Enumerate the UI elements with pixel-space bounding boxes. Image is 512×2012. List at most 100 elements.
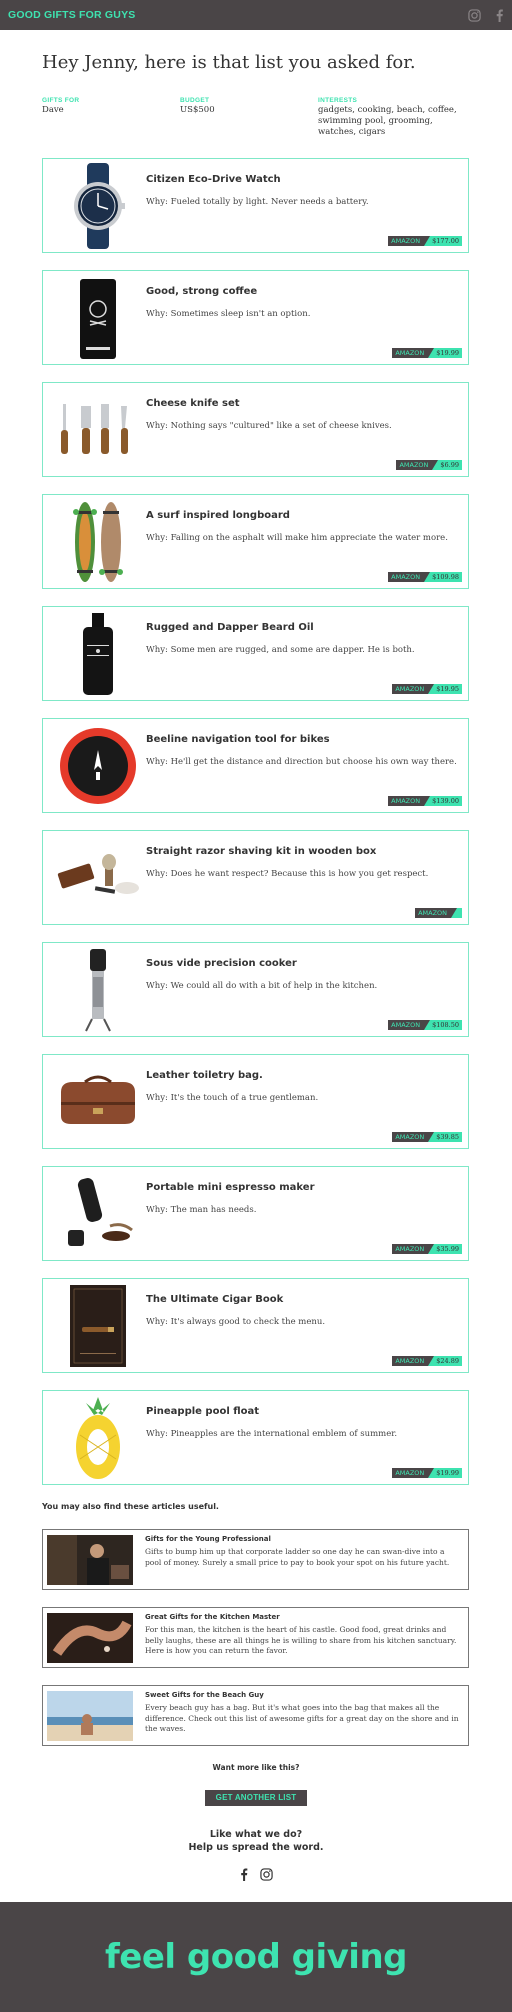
store-label: AMAZON [396, 460, 439, 470]
price-tag[interactable]: AMAZON $35.99 [392, 1244, 462, 1254]
price-tag[interactable]: AMAZON [415, 908, 462, 918]
cta-container: GET ANOTHER LIST [0, 1785, 512, 1806]
store-label: AMAZON [388, 236, 431, 246]
footer: feel good giving [0, 1902, 512, 2012]
share-line-1: Like what we do? [209, 1829, 303, 1840]
gift-card[interactable]: Straight razor shaving kit in wooden box… [42, 830, 469, 925]
gift-title[interactable]: Rugged and Dapper Beard Oil [146, 622, 314, 633]
gift-reason: Why: We could all do with a bit of help … [146, 981, 378, 991]
bike-navigator-image [55, 723, 141, 809]
gift-reason: Why: The man has needs. [146, 1205, 257, 1215]
article-title[interactable]: Great Gifts for the Kitchen Master [145, 1613, 280, 1621]
store-label: AMAZON [392, 1244, 435, 1254]
gifts-for-value: Dave [42, 105, 64, 115]
gift-list: Citizen Eco-Drive Watch Why: Fueled tota… [0, 158, 512, 1485]
gift-title[interactable]: Pineapple pool float [146, 1406, 259, 1417]
gift-title[interactable]: Sous vide precision cooker [146, 958, 297, 969]
store-label: AMAZON [392, 1356, 435, 1366]
store-label: AMAZON [388, 796, 431, 806]
article-summary: For this man, the kitchen is the heart o… [145, 1625, 457, 1655]
share-message: Like what we do? Help us spread the word… [0, 1828, 512, 1854]
article-card[interactable]: Sweet Gifts for the Beach Guy Every beac… [42, 1685, 469, 1746]
want-more-text: Want more like this? [212, 1763, 300, 1772]
shaving-kit-image [55, 835, 141, 921]
gift-reason: Why: Does he want respect? Because this … [146, 869, 429, 879]
gifts-for-label: GIFTS FOR [42, 97, 80, 104]
facebook-icon[interactable] [240, 1866, 248, 1885]
store-label: AMAZON [415, 908, 457, 918]
store-label: AMAZON [392, 684, 435, 694]
cheese-knives-image [55, 387, 141, 473]
gift-title[interactable]: Portable mini espresso maker [146, 1182, 315, 1193]
gift-title[interactable]: Beeline navigation tool for bikes [146, 734, 330, 745]
price-tag[interactable]: AMAZON $24.89 [392, 1356, 462, 1366]
gift-title[interactable]: Good, strong coffee [146, 286, 257, 297]
article-title[interactable]: Gifts for the Young Professional [145, 1535, 271, 1543]
gifts-for-field: GIFTS FOR Dave [42, 97, 180, 138]
brand-logo[interactable]: GOOD GIFTS FOR GUYS [8, 9, 135, 21]
recipient-summary: GIFTS FOR Dave BUDGET US$500 INTERESTS g… [42, 97, 470, 138]
price-tag[interactable]: AMAZON $19.95 [392, 684, 462, 694]
gift-reason: Why: It's always good to check the menu. [146, 1317, 326, 1327]
toiletry-bag-image [55, 1059, 141, 1145]
gift-card[interactable]: Beeline navigation tool for bikes Why: H… [42, 718, 469, 813]
gift-reason: Why: Pineapples are the international em… [146, 1429, 398, 1439]
facebook-icon[interactable] [495, 8, 504, 22]
store-label: AMAZON [388, 1020, 431, 1030]
cigar-book-image [55, 1283, 141, 1369]
price-tag[interactable]: AMAZON $108.50 [388, 1020, 462, 1030]
sous-vide-image [55, 947, 141, 1033]
price-tag[interactable]: AMAZON $139.00 [388, 796, 462, 806]
page: GOOD GIFTS FOR GUYS Hey Jenny, here is t… [0, 0, 512, 2012]
price-tag[interactable]: AMAZON $19.99 [392, 348, 462, 358]
gift-title[interactable]: Cheese knife set [146, 398, 240, 409]
footer-tagline: feel good giving [105, 1937, 407, 1977]
article-card[interactable]: Great Gifts for the Kitchen Master For t… [42, 1607, 469, 1668]
article-image [47, 1613, 133, 1663]
gift-reason: Why: He'll get the distance and directio… [146, 757, 457, 767]
social-links-top [468, 8, 504, 22]
gift-card[interactable]: Leather toiletry bag. Why: It's the touc… [42, 1054, 469, 1149]
article-image [47, 1691, 133, 1741]
gift-title[interactable]: Leather toiletry bag. [146, 1070, 263, 1081]
interests-value: gadgets, cooking, beach, coffee, swimmin… [318, 105, 457, 137]
price-tag[interactable]: AMAZON $39.85 [392, 1132, 462, 1142]
gift-card[interactable]: Cheese knife set Why: Nothing says "cult… [42, 382, 469, 477]
store-label: AMAZON [388, 572, 431, 582]
article-title[interactable]: Sweet Gifts for the Beach Guy [145, 1691, 264, 1699]
gift-reason: Why: Falling on the asphalt will make hi… [146, 533, 448, 543]
gift-title[interactable]: Citizen Eco-Drive Watch [146, 174, 281, 185]
share-line-2: Help us spread the word. [188, 1842, 324, 1853]
store-label: AMAZON [392, 1468, 435, 1478]
instagram-icon[interactable] [259, 1866, 273, 1885]
price-tag[interactable]: AMAZON $109.98 [388, 572, 462, 582]
gift-card[interactable]: The Ultimate Cigar Book Why: It's always… [42, 1278, 469, 1373]
gift-reason: Why: Nothing says "cultured" like a set … [146, 421, 392, 431]
gift-card[interactable]: Pineapple pool float Why: Pineapples are… [42, 1390, 469, 1485]
gift-card[interactable]: Citizen Eco-Drive Watch Why: Fueled tota… [42, 158, 469, 253]
interests-field: INTERESTS gadgets, cooking, beach, coffe… [318, 97, 466, 138]
gift-card[interactable]: Sous vide precision cooker Why: We could… [42, 942, 469, 1037]
gift-reason: Why: Fueled totally by light. Never need… [146, 197, 369, 207]
gift-title[interactable]: The Ultimate Cigar Book [146, 1294, 283, 1305]
instagram-icon[interactable] [468, 8, 481, 22]
gift-card[interactable]: Rugged and Dapper Beard Oil Why: Some me… [42, 606, 469, 701]
gift-reason: Why: Some men are rugged, and some are d… [146, 645, 415, 655]
price-tag[interactable]: AMAZON $19.99 [392, 1468, 462, 1478]
longboard-image [55, 499, 141, 585]
article-summary: Gifts to bump him up that corporate ladd… [145, 1547, 450, 1567]
gift-title[interactable]: A surf inspired longboard [146, 510, 290, 521]
gift-card[interactable]: A surf inspired longboard Why: Falling o… [42, 494, 469, 589]
espresso-maker-image [55, 1171, 141, 1257]
article-card[interactable]: Gifts for the Young Professional Gifts t… [42, 1529, 469, 1590]
article-summary: Every beach guy has a bag. But it's what… [145, 1703, 459, 1733]
gift-reason: Why: Sometimes sleep isn't an option. [146, 309, 311, 319]
price-tag[interactable]: AMAZON $6.99 [396, 460, 462, 470]
price-tag[interactable]: AMAZON $177.00 [388, 236, 462, 246]
get-another-list-button[interactable]: GET ANOTHER LIST [205, 1790, 307, 1806]
gift-card[interactable]: Portable mini espresso maker Why: The ma… [42, 1166, 469, 1261]
gift-card[interactable]: Good, strong coffee Why: Sometimes sleep… [42, 270, 469, 365]
store-label: AMAZON [392, 1132, 435, 1142]
gift-title[interactable]: Straight razor shaving kit in wooden box [146, 846, 376, 857]
articles-heading: You may also find these articles useful. [42, 1502, 219, 1511]
